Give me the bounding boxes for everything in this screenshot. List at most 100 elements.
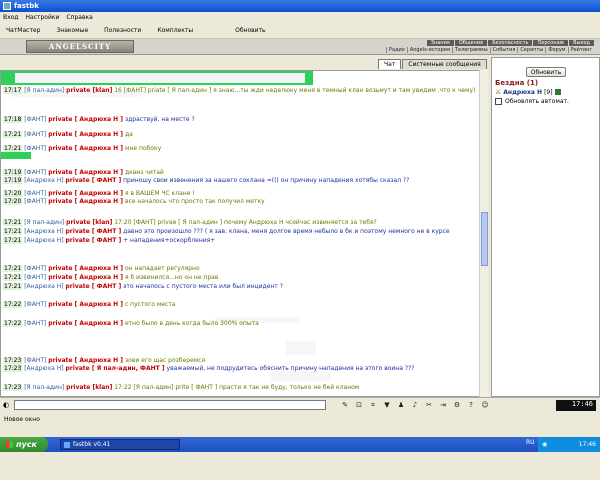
nav-rating[interactable]: Рейтинг [567,47,594,53]
title-bar[interactable]: fastbk [0,0,600,12]
sender-name[interactable]: [Андрюха Н] [24,283,63,290]
nav-character[interactable]: Персонаж [533,40,569,46]
menu-login[interactable]: Вход [3,14,19,21]
crop-icon[interactable]: ⌗ [368,401,378,410]
nav-knowledge[interactable]: Знания [426,40,454,46]
private-tag[interactable]: private [ ФАНТ ] [66,177,122,184]
timestamp[interactable]: 17:20 [3,190,23,197]
tab-chat[interactable]: Чат [378,59,402,69]
sender-name[interactable]: [ФАНТ] [24,320,46,327]
private-tag[interactable]: private [ Андрюха Н ] [48,116,123,123]
toolbar-refresh-button[interactable]: Обновить [235,27,265,34]
edit-icon[interactable]: ✎ [340,401,350,410]
sender-name[interactable]: [Андрюха Н] [24,177,63,184]
private-tag[interactable]: private [ Андрюха Н ] [48,198,123,205]
timestamp[interactable]: 17:21 [3,283,23,290]
nav-scripts[interactable]: Скрепты [517,47,545,53]
timestamp[interactable]: 17:21 [3,237,23,244]
chat-line[interactable]: 17:21 [ФАНТ] private [ Андрюха Н ] да [3,131,133,139]
sender-name[interactable]: [Андрюха Н] [24,365,63,372]
nav-events[interactable]: События [489,47,518,53]
chat-line[interactable]: 17:22 [ФАНТ] private [ Андрюха Н ] етно … [3,320,259,328]
timestamp[interactable]: 17:21 [3,274,23,281]
smile-icon[interactable]: ☺ [480,401,490,410]
sender-name[interactable]: [ФАНТ] [24,301,46,308]
private-tag[interactable]: private [klan] [66,87,112,94]
nav-exit[interactable]: Выход [569,40,594,46]
panel-refresh-button[interactable]: Обновить [526,67,566,77]
private-tag[interactable]: private [ Я пал-адин, ФАНТ ] [66,365,165,372]
sender-name[interactable]: [ФАНТ] [24,198,46,205]
menu-settings[interactable]: Настройки [26,14,60,21]
filter-icon[interactable]: ✂ [424,401,434,410]
chat-line[interactable]: 17:21 [Андрюха Н] private [ ФАНТ ] это н… [3,283,283,291]
chat-line[interactable]: 17:20 [ФАНТ] private [ Андрюха Н ] все н… [3,198,265,206]
private-tag[interactable]: private [ Андрюха Н ] [48,190,123,197]
chat-line[interactable]: 17:21 [ФАНТ] private [ Андрюха Н ] он на… [3,265,200,273]
nav-communication[interactable]: Общение [454,40,488,46]
chat-line[interactable]: 17:21 [ФАНТ] private [ Андрюха Н ] мне п… [3,145,161,153]
timestamp[interactable]: 17:22 [3,320,23,327]
timestamp[interactable]: 17:21 [3,228,23,235]
private-tag[interactable]: private [ Андрюха Н ] [48,320,123,327]
chat-input[interactable] [14,400,326,410]
private-tag[interactable]: private [ Андрюха Н ] [48,357,123,364]
chat-line[interactable]: 17:19 [ФАНТ] private [ Андрюха Н ] дквиз… [3,169,164,177]
person-icon[interactable]: ♟ [396,401,406,410]
start-button[interactable]: пуск [0,437,48,452]
tray-icon[interactable]: ◉ [542,441,547,448]
sender-name[interactable]: [ФАНТ] [24,145,46,152]
chat-log[interactable]: 17:17 [Я пал-адин] private [klan] 16 [ФА… [0,70,488,397]
toolbar-utilities[interactable]: Полезности [104,27,141,34]
sender-name[interactable]: [ФАНТ] [24,265,46,272]
timestamp[interactable]: 17:20 [3,198,23,205]
chat-line[interactable]: 17:18 [ФАНТ] private [ Андрюха Н ] здрас… [3,116,195,124]
chat-line[interactable]: 17:21 [ФАНТ] private [ Андрюха Н ] я б и… [3,274,218,282]
nav-history[interactable]: Angels-история [406,47,452,53]
sender-name[interactable]: [Я пал-адин] [24,219,64,226]
toolbar-friends[interactable]: Знакомые [56,27,88,34]
chat-line[interactable]: 17:17 [Я пал-адин] private [klan] 16 [ФА… [3,87,475,95]
user-entry[interactable]: ⚔ Андрюха Н [9] [495,88,561,96]
clear-icon[interactable]: ◐ [3,401,9,409]
sender-name[interactable]: [ФАНТ] [24,116,46,123]
private-tag[interactable]: private [ ФАНТ ] [66,237,122,244]
private-tag[interactable]: private [ ФАНТ ] [66,228,122,235]
timestamp[interactable]: 17:23 [3,365,23,372]
auto-refresh-option[interactable]: Обновлять автомат. [495,98,569,105]
toolbar-chatmaster[interactable]: ЧатМастер [6,27,40,34]
sender-name[interactable]: [Я пал-адин] [24,87,64,94]
scrollbar-thumb[interactable] [481,212,488,266]
taskbar-app-button[interactable]: fastbk v0.41 [60,439,180,450]
chat-line[interactable]: 17:22 [ФАНТ] private [ Андрюха Н ] с пус… [3,301,176,309]
chat-line[interactable]: 17:21 [Я пал-адин] private [klan] 17:20 … [3,219,377,227]
chat-line[interactable]: 17:23 [ФАНТ] private [ Андрюха Н ] зови … [3,357,205,365]
private-tag[interactable]: private [ ФАНТ ] [66,283,122,290]
nav-forum[interactable]: Форум [545,47,567,53]
sender-name[interactable]: [Андрюха Н] [24,237,63,244]
help-icon[interactable]: ? [466,401,476,410]
private-tag[interactable]: private [klan] [66,219,112,226]
sender-name[interactable]: [ФАНТ] [24,357,46,364]
private-tag[interactable]: private [klan] [66,384,112,391]
settings-icon[interactable]: ⚙ [452,401,462,410]
private-tag[interactable]: private [ Андрюха Н ] [48,301,123,308]
shirt-icon[interactable]: ▼ [382,401,392,410]
zoom-icon[interactable]: ⊡ [354,401,364,410]
chat-line[interactable]: 17:19 [Андрюха Н] private [ ФАНТ ] прино… [3,177,409,185]
auto-refresh-checkbox[interactable] [495,98,502,105]
menu-help[interactable]: Справка [66,14,92,21]
timestamp[interactable]: 17:17 [3,87,23,94]
language-indicator[interactable]: RU [526,439,535,446]
private-tag[interactable]: private [ Андрюха Н ] [48,274,123,281]
new-window-link[interactable]: Новое окно [4,416,40,423]
private-tag[interactable]: private [ Андрюха Н ] [48,265,123,272]
timestamp[interactable]: 17:19 [3,177,23,184]
nav-telegrams[interactable]: Телеграммы [451,47,490,53]
timestamp[interactable]: 17:21 [3,145,23,152]
chat-line[interactable]: 17:23 [Андрюха Н] private [ Я пал-адин, … [3,365,414,373]
timestamp[interactable]: 17:22 [3,301,23,308]
timestamp[interactable]: 17:23 [3,357,23,364]
sender-name[interactable]: [Я пал-адин] [24,384,64,391]
timestamp[interactable]: 17:21 [3,265,23,272]
